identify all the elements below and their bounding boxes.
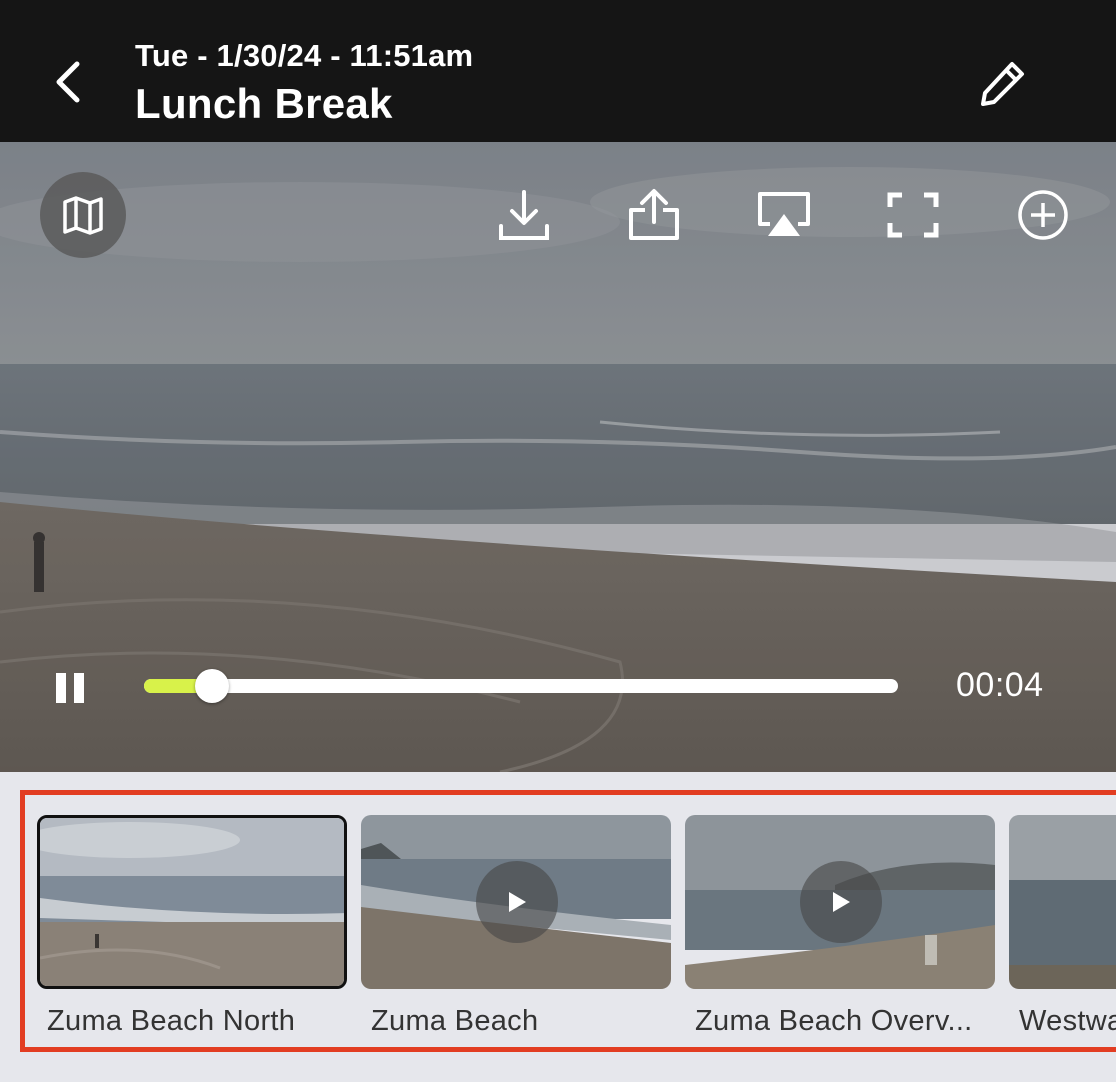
airplay-button[interactable] (751, 182, 817, 248)
download-icon (499, 190, 549, 240)
page-title: Lunch Break (135, 80, 393, 127)
share-button[interactable] (621, 182, 687, 248)
play-icon (833, 892, 850, 912)
map-icon (63, 196, 103, 235)
download-button[interactable] (491, 182, 557, 248)
playback-controls: 00:04 (0, 652, 1116, 722)
seek-bar-thumb[interactable] (195, 669, 229, 703)
edit-button[interactable] (970, 50, 1036, 116)
pause-icon (56, 673, 84, 703)
play-button[interactable] (476, 861, 558, 943)
camera-card[interactable]: Zuma Beach (361, 815, 671, 1038)
chevron-left-icon (56, 61, 80, 103)
camera-card[interactable]: Westwa (1009, 815, 1116, 1038)
camera-name: Zuma Beach North (47, 1005, 296, 1037)
map-button[interactable] (40, 172, 126, 258)
play-icon (509, 892, 526, 912)
camera-thumbnail (37, 815, 347, 989)
top-bar: Tue - 1/30/24 - 11:51am Lunch Break (0, 0, 1116, 142)
camera-carousel: Zuma Beach North Zuma Beach Zuma Beach O… (20, 790, 1116, 1052)
camera-thumbnail (685, 815, 995, 989)
add-circle-icon (1018, 190, 1068, 240)
fullscreen-icon (887, 192, 939, 238)
pencil-icon (981, 62, 1024, 106)
pause-button[interactable] (50, 668, 90, 708)
seek-bar[interactable] (144, 669, 898, 703)
camera-card[interactable]: Zuma Beach Overv... (685, 815, 995, 1038)
playback-time: 00:04 (956, 666, 1044, 704)
camera-name: Westwa (1019, 1005, 1116, 1037)
camera-thumbnail (1009, 815, 1116, 989)
fullscreen-button[interactable] (880, 182, 946, 248)
play-button[interactable] (800, 861, 882, 943)
add-button[interactable] (1010, 182, 1076, 248)
camera-name: Zuma Beach Overv... (695, 1005, 973, 1037)
share-icon (629, 189, 679, 240)
recording-timestamp: Tue - 1/30/24 - 11:51am (135, 38, 474, 73)
camera-thumbnail (361, 815, 671, 989)
video-player[interactable]: 00:04 (0, 142, 1116, 772)
camera-card[interactable]: Zuma Beach North (37, 815, 347, 1038)
airplay-icon (758, 192, 810, 236)
camera-name: Zuma Beach (371, 1005, 539, 1037)
back-button[interactable] (40, 52, 96, 112)
